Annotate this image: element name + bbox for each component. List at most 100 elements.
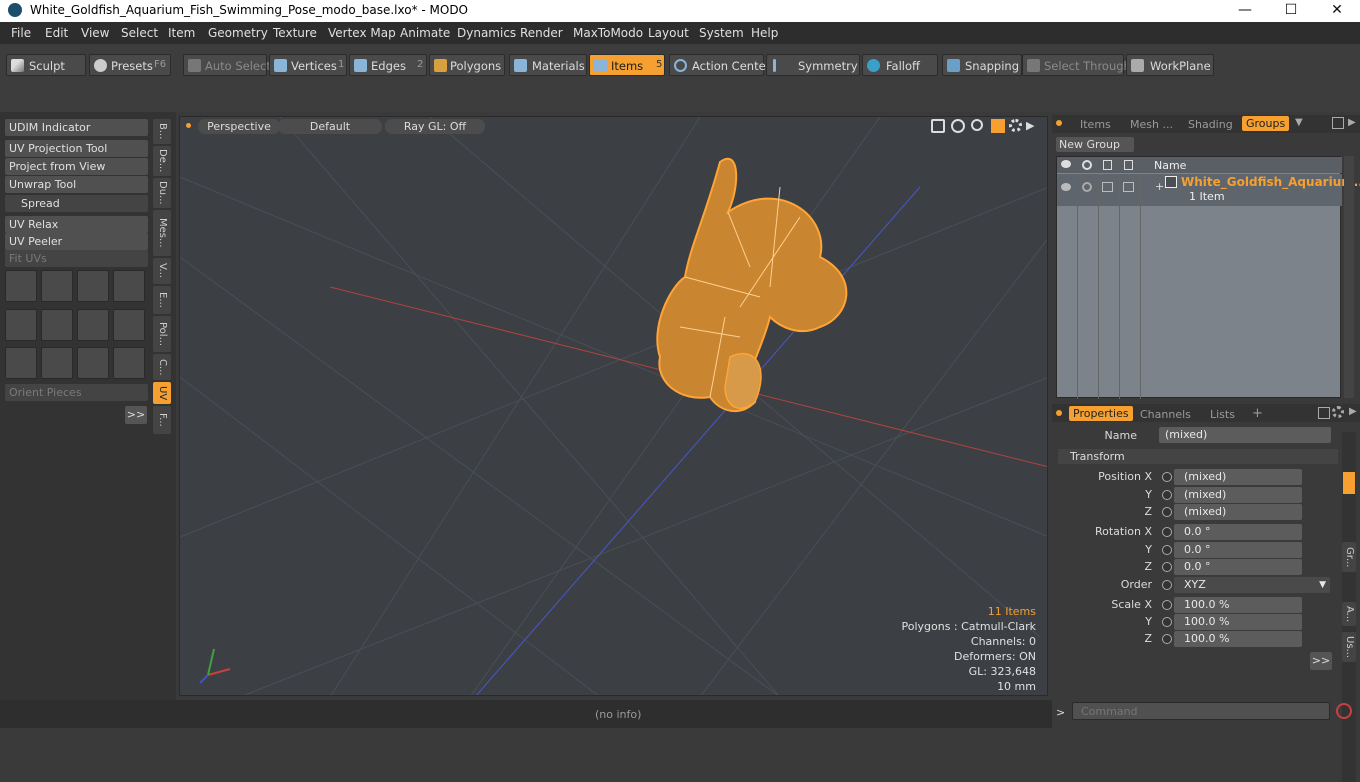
snapping-button[interactable]: Snapping xyxy=(942,54,1022,76)
uv-rotate-icon[interactable] xyxy=(41,270,73,302)
position-z-field[interactable]: (mixed) xyxy=(1174,504,1302,520)
group-name[interactable]: White_Goldfish_Aquarium... xyxy=(1181,175,1360,189)
view-mode-dropdown[interactable]: Perspective xyxy=(198,119,280,134)
rotation-y-radio[interactable] xyxy=(1162,545,1172,555)
polygons-button[interactable]: Polygons xyxy=(429,54,505,76)
action-center-button[interactable]: Action Center xyxy=(669,54,770,76)
tab-c[interactable]: C... xyxy=(153,354,171,380)
viewport-options-icon[interactable] xyxy=(186,123,191,128)
uv-relax-button[interactable]: UV Relax xyxy=(5,216,148,233)
panel-arrow-icon[interactable]: ▶ xyxy=(1348,117,1356,128)
menu-layout[interactable]: Layout xyxy=(648,26,689,40)
tab-uv[interactable]: UV xyxy=(153,382,171,404)
tab-v[interactable]: V... xyxy=(153,258,171,284)
menu-file[interactable]: File xyxy=(11,26,31,40)
tab-items[interactable]: Items xyxy=(1080,118,1111,131)
properties-more-button[interactable]: >> xyxy=(1310,652,1332,670)
menu-help[interactable]: Help xyxy=(751,26,778,40)
tab-channels[interactable]: Channels xyxy=(1140,408,1191,421)
3d-viewport[interactable]: Perspective Default Ray GL: Off ▶ 11 Ite… xyxy=(179,116,1048,696)
transform-section[interactable]: Transform xyxy=(1058,449,1338,464)
scale-z-radio[interactable] xyxy=(1162,634,1172,644)
falloff-button[interactable]: Falloff xyxy=(862,54,938,76)
close-button[interactable]: ✕ xyxy=(1314,0,1360,22)
align-up-icon[interactable] xyxy=(5,347,37,379)
tab-f[interactable]: F... xyxy=(153,406,171,434)
groups-scrollbar[interactable] xyxy=(1344,156,1354,398)
tab-shading[interactable]: Shading xyxy=(1188,118,1233,131)
render-icon[interactable] xyxy=(1082,182,1092,192)
udim-indicator-button[interactable]: UDIM Indicator xyxy=(5,119,148,136)
menu-render[interactable]: Render xyxy=(520,26,563,40)
symmetry-button[interactable]: Symmetry xyxy=(766,54,860,76)
orient-pieces-button[interactable]: Orient Pieces xyxy=(5,384,148,401)
select-through-button[interactable]: Select Through xyxy=(1022,54,1131,76)
properties-arrow-icon[interactable]: ▶ xyxy=(1349,406,1357,417)
pan-icon[interactable] xyxy=(931,119,945,133)
tab-e[interactable]: E... xyxy=(153,286,171,314)
panel-maximize-icon[interactable] xyxy=(1332,117,1344,129)
auto-select-button[interactable]: Auto Select xyxy=(183,54,271,76)
menu-geometry[interactable]: Geometry xyxy=(208,26,268,40)
materials-button[interactable]: Materials xyxy=(509,54,587,76)
tab-lists[interactable]: Lists xyxy=(1210,408,1235,421)
menu-view[interactable]: View xyxy=(81,26,109,40)
position-z-radio[interactable] xyxy=(1162,507,1172,517)
position-x-field[interactable]: (mixed) xyxy=(1174,469,1302,485)
rotation-y-field[interactable]: 0.0 ° xyxy=(1174,542,1302,558)
tab-properties[interactable]: Properties xyxy=(1069,406,1133,421)
tab-groups[interactable]: Groups xyxy=(1242,116,1290,131)
scale-x-radio[interactable] xyxy=(1162,600,1172,610)
workplane-button[interactable]: WorkPlane xyxy=(1126,54,1214,76)
uv-scale-icon[interactable] xyxy=(77,270,109,302)
tab-menu-arrow-icon[interactable]: ▼ xyxy=(1295,117,1303,128)
raygl-toggle[interactable]: Ray GL: Off xyxy=(385,119,485,134)
panel-options-icon[interactable] xyxy=(1056,120,1062,126)
uv-peeler-button[interactable]: UV Peeler xyxy=(5,233,148,250)
name-field[interactable]: (mixed) xyxy=(1159,427,1331,443)
rotation-x-field[interactable]: 0.0 ° xyxy=(1174,524,1302,540)
maximize-button[interactable]: ☐ xyxy=(1268,0,1314,22)
expand-icon[interactable]: + xyxy=(1155,180,1164,193)
position-y-radio[interactable] xyxy=(1162,490,1172,500)
position-x-radio[interactable] xyxy=(1162,472,1172,482)
select-checkbox[interactable] xyxy=(1123,182,1134,192)
menu-animate[interactable]: Animate xyxy=(400,26,450,40)
rotation-z-radio[interactable] xyxy=(1162,562,1172,572)
order-dropdown[interactable]: XYZ ▼ xyxy=(1174,577,1330,593)
position-y-field[interactable]: (mixed) xyxy=(1174,487,1302,503)
minimize-button[interactable]: — xyxy=(1222,0,1268,22)
uv-sew-icon[interactable] xyxy=(5,309,37,341)
group-row[interactable]: + White_Goldfish_Aquarium... 1 Item xyxy=(1057,174,1360,206)
rotate-view-icon[interactable] xyxy=(951,119,965,133)
project-from-view-button[interactable]: Project from View xyxy=(5,158,148,175)
lock-checkbox[interactable] xyxy=(1102,182,1113,192)
uv-pack-icon[interactable] xyxy=(113,309,145,341)
menu-edit[interactable]: Edit xyxy=(45,26,68,40)
settings-gear-icon[interactable] xyxy=(1009,119,1022,132)
align-down-icon[interactable] xyxy=(41,347,73,379)
scale-y-field[interactable]: 100.0 % xyxy=(1174,614,1302,630)
fit-uvs-button[interactable]: Fit UVs xyxy=(5,250,148,267)
uv-move-icon[interactable] xyxy=(5,270,37,302)
align-left-icon[interactable] xyxy=(77,347,109,379)
tab-du[interactable]: Du... xyxy=(153,178,171,208)
menu-maxtomodo[interactable]: MaxToModo xyxy=(573,26,643,40)
tab-mes[interactable]: Mes... xyxy=(153,210,171,256)
uv-transform-icon[interactable] xyxy=(113,270,145,302)
unwrap-tool-button[interactable]: Unwrap Tool xyxy=(5,176,148,193)
properties-options-icon[interactable] xyxy=(1056,410,1062,416)
expand-arrow-icon[interactable]: ▶ xyxy=(1026,119,1034,132)
items-button[interactable]: Items 5 xyxy=(589,54,665,76)
uv-projection-button[interactable]: UV Projection Tool xyxy=(5,140,148,157)
properties-gear-icon[interactable] xyxy=(1332,406,1344,418)
uv-pin-icon[interactable] xyxy=(77,309,109,341)
sculpt-button[interactable]: Sculpt xyxy=(6,54,86,76)
command-input[interactable] xyxy=(1072,702,1330,720)
tab-b[interactable]: B... xyxy=(153,119,171,144)
more-tools-button[interactable]: >> xyxy=(125,406,147,424)
presets-button[interactable]: Presets F6 xyxy=(89,54,171,76)
scale-x-field[interactable]: 100.0 % xyxy=(1174,597,1302,613)
side-tab-us[interactable]: Us... xyxy=(1342,632,1356,662)
scale-z-field[interactable]: 100.0 % xyxy=(1174,631,1302,647)
